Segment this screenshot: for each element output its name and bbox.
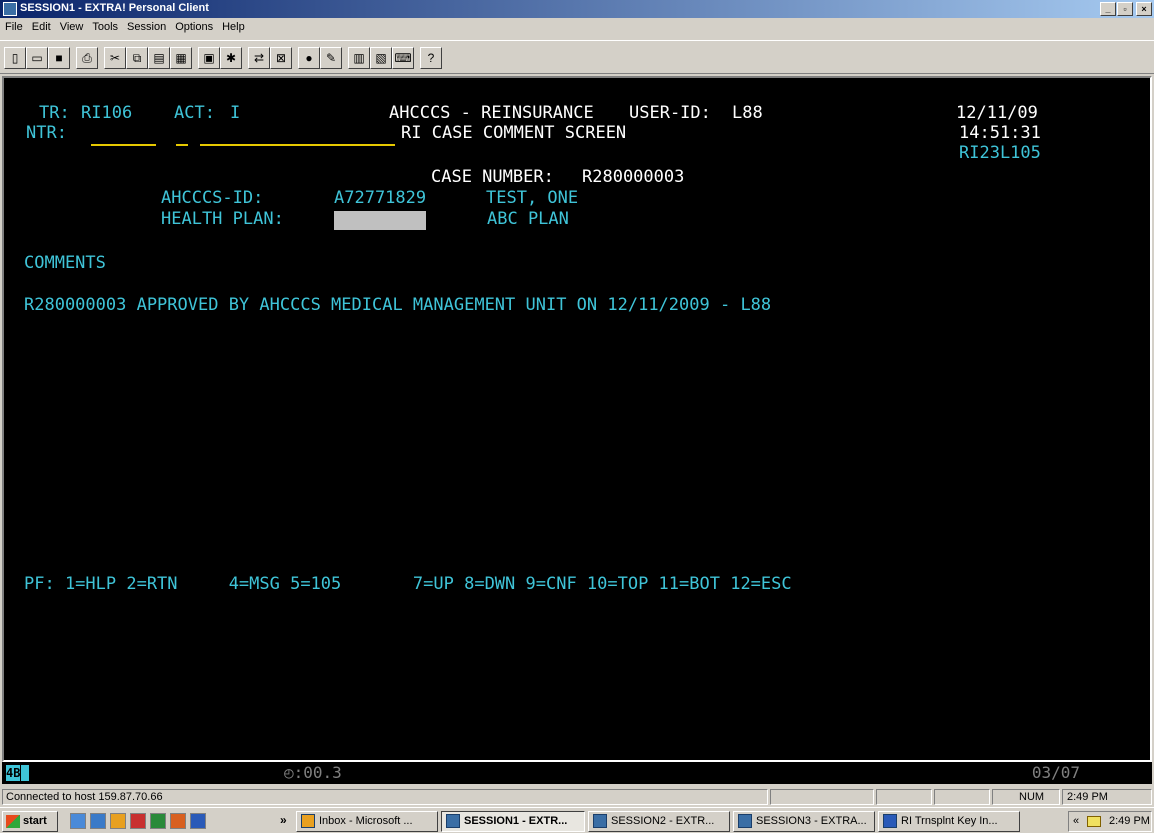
new-icon[interactable]: ▯ bbox=[4, 47, 26, 69]
comments-heading: COMMENTS bbox=[24, 253, 106, 273]
ntr-label: NTR: bbox=[26, 123, 67, 143]
acrobat-icon[interactable] bbox=[130, 813, 146, 829]
response-timer: ◴:00.3 bbox=[284, 763, 342, 782]
tray-clock: 2:49 PM bbox=[1109, 815, 1150, 827]
health-plan-label: HEALTH PLAN: bbox=[161, 209, 284, 229]
record-icon[interactable]: ● bbox=[298, 47, 320, 69]
excel-icon[interactable] bbox=[150, 813, 166, 829]
taskbar: start » Inbox - Microsoft ... SESSION1 -… bbox=[0, 807, 1154, 833]
toolbar: ▯ ▭ ■ ⎙ ✂ ⧉ ▤ ▦ ▣ ✱ ⇄ ⊠ ● ✎ ▥ ▧ ⌨ ? bbox=[0, 40, 1154, 74]
powerpoint-icon[interactable] bbox=[170, 813, 186, 829]
open-icon[interactable]: ▭ bbox=[26, 47, 48, 69]
word-icon[interactable] bbox=[190, 813, 206, 829]
task-session1[interactable]: SESSION1 - EXTR... bbox=[441, 811, 585, 832]
menu-session[interactable]: Session bbox=[122, 18, 170, 33]
save-icon[interactable]: ■ bbox=[48, 47, 70, 69]
app-icon[interactable] bbox=[3, 2, 17, 16]
terminal-screen[interactable]: TR: RI106 ACT: I AHCCCS - REINSURANCE US… bbox=[2, 76, 1152, 762]
current-date: 12/11/09 bbox=[956, 103, 1038, 123]
case-number-label: CASE NUMBER: bbox=[431, 167, 554, 187]
screen-title: RI CASE COMMENT SCREEN bbox=[401, 123, 627, 143]
windows-logo-icon bbox=[6, 815, 20, 828]
menu-bar: File Edit View Tools Session Options Help bbox=[0, 18, 1154, 38]
transfer-icon[interactable]: ⇄ bbox=[248, 47, 270, 69]
extra-session-icon bbox=[738, 814, 752, 828]
userid-label: USER-ID: bbox=[629, 103, 711, 123]
maximize-button[interactable]: ▫ bbox=[1117, 2, 1133, 16]
tr-label: TR: bbox=[39, 103, 70, 123]
status-pane-3 bbox=[934, 789, 990, 805]
menu-file[interactable]: File bbox=[0, 18, 27, 33]
health-plan-id-field[interactable] bbox=[334, 211, 426, 230]
system-tray: « 2:49 PM bbox=[1068, 811, 1152, 832]
start-button[interactable]: start bbox=[2, 811, 58, 832]
ntr-action-field[interactable] bbox=[176, 144, 188, 146]
start-label: start bbox=[23, 815, 47, 827]
connection-status: Connected to host 159.87.70.66 bbox=[2, 789, 768, 805]
task-inbox[interactable]: Inbox - Microsoft ... bbox=[296, 811, 438, 832]
window-title: SESSION1 - EXTRA! Personal Client bbox=[20, 2, 209, 14]
paste-icon[interactable]: ▤ bbox=[148, 47, 170, 69]
cursor-block-icon bbox=[21, 765, 29, 781]
tray-expand-button[interactable]: « bbox=[1073, 812, 1079, 831]
ahcccs-id-label: AHCCCS-ID: bbox=[161, 188, 264, 208]
screen-id: RI23L105 bbox=[959, 143, 1041, 163]
pf-key-legend: PF: 1=HLP 2=RTN 4=MSG 5=105 7=UP 8=DWN 9… bbox=[24, 574, 792, 594]
num-lock-indicator: NUM bbox=[992, 789, 1060, 805]
comment-line[interactable]: R280000003 APPROVED BY AHCCCS MEDICAL MA… bbox=[24, 295, 771, 315]
session-indicator: 4B bbox=[6, 765, 21, 781]
menu-tools[interactable]: Tools bbox=[87, 18, 122, 33]
status-pane-1 bbox=[770, 789, 874, 805]
outlook-icon[interactable] bbox=[90, 813, 106, 829]
quickpad-icon[interactable]: ▥ bbox=[348, 47, 370, 69]
keyboard-icon[interactable]: ⌨ bbox=[392, 47, 414, 69]
task-word-doc[interactable]: RI Trnsplnt Key In... bbox=[878, 811, 1020, 832]
status-bar: Connected to host 159.87.70.66 NUM 2:49 … bbox=[0, 788, 1154, 806]
act-label: ACT: bbox=[174, 103, 215, 123]
status-clock: 2:49 PM bbox=[1062, 789, 1152, 805]
cut-icon[interactable]: ✂ bbox=[104, 47, 126, 69]
system-name: AHCCCS - REINSURANCE bbox=[389, 103, 594, 123]
minimize-button[interactable]: _ bbox=[1100, 2, 1116, 16]
health-plan-name: ABC PLAN bbox=[487, 209, 569, 229]
ahcccs-id-value: A72771829 bbox=[334, 188, 427, 208]
menu-options[interactable]: Options bbox=[170, 18, 217, 33]
tr-value: RI106 bbox=[81, 103, 133, 123]
print-icon[interactable]: ⎙ bbox=[76, 47, 98, 69]
toolbox-icon[interactable]: ▧ bbox=[370, 47, 392, 69]
userid-value: L88 bbox=[732, 103, 763, 123]
case-number-value: R280000003 bbox=[582, 167, 685, 187]
quick-launch-overflow[interactable]: » bbox=[280, 813, 287, 827]
help-icon[interactable]: ? bbox=[420, 47, 442, 69]
ntr-transaction-field[interactable] bbox=[91, 144, 156, 146]
task-session3[interactable]: SESSION3 - EXTRA... bbox=[733, 811, 875, 832]
close-session-icon[interactable]: ⊠ bbox=[270, 47, 292, 69]
current-time: 14:51:31 bbox=[959, 123, 1041, 143]
open-session-icon[interactable]: ▣ bbox=[198, 47, 220, 69]
word-task-icon bbox=[883, 814, 897, 828]
copy-icon[interactable]: ⧉ bbox=[126, 47, 148, 69]
mail-icon[interactable] bbox=[1087, 816, 1101, 827]
menu-help[interactable]: Help bbox=[217, 18, 249, 33]
macro-icon[interactable]: ✱ bbox=[220, 47, 242, 69]
cursor-position: 03/07 bbox=[1031, 763, 1080, 782]
ie-icon[interactable] bbox=[70, 813, 86, 829]
cell-icon[interactable]: ▦ bbox=[170, 47, 192, 69]
menu-edit[interactable]: Edit bbox=[27, 18, 55, 33]
extra-session-icon bbox=[446, 814, 460, 828]
title-bar: SESSION1 - EXTRA! Personal Client _ ▫ × bbox=[0, 0, 1154, 18]
extra-session-icon bbox=[593, 814, 607, 828]
task-session2[interactable]: SESSION2 - EXTR... bbox=[588, 811, 730, 832]
macro-edit-icon[interactable]: ✎ bbox=[320, 47, 342, 69]
member-name: TEST, ONE bbox=[486, 188, 579, 208]
firefox-icon[interactable] bbox=[110, 813, 126, 829]
ntr-key-field[interactable] bbox=[200, 144, 395, 146]
close-button[interactable]: × bbox=[1136, 2, 1152, 16]
status-pane-2 bbox=[876, 789, 932, 805]
outlook-task-icon bbox=[301, 814, 315, 828]
menu-view[interactable]: View bbox=[55, 18, 88, 33]
operator-info-area: 4B ◴:00.3 03/07 bbox=[2, 762, 1152, 784]
act-value: I bbox=[230, 103, 241, 123]
